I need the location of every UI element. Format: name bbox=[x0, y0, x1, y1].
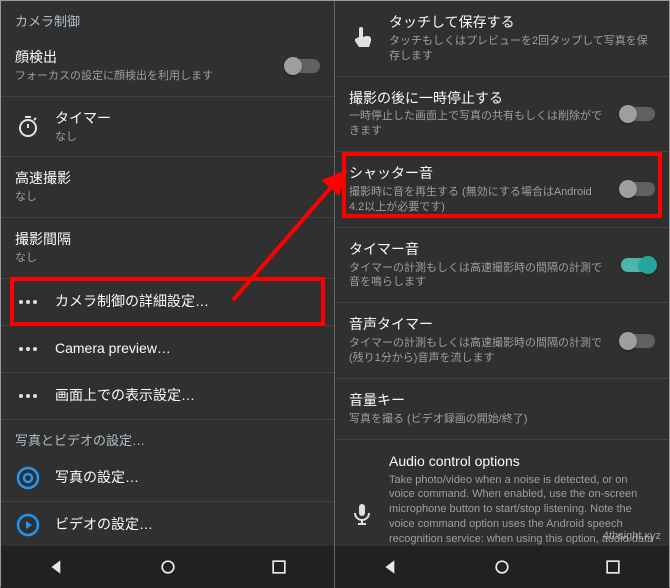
volkey-title: 音量キー bbox=[349, 391, 655, 410]
nav-home-icon[interactable] bbox=[492, 557, 512, 577]
touch-save-title: タッチして保存する bbox=[389, 13, 655, 32]
touch-icon bbox=[349, 25, 375, 51]
audio-title: Audio control options bbox=[389, 452, 655, 471]
more-icon bbox=[15, 383, 41, 409]
preview-title: Camera preview… bbox=[55, 339, 320, 358]
nav-back-icon[interactable] bbox=[47, 557, 67, 577]
shutter-title: シャッター音 bbox=[349, 164, 607, 183]
timer-sound-toggle[interactable] bbox=[621, 258, 655, 272]
row-timer-sound[interactable]: タイマー音 タイマーの計測もしくは高速撮影時の間隔の計測で音を鳴らします bbox=[335, 228, 669, 304]
more-icon bbox=[15, 289, 41, 315]
audio-sub: Take photo/video when a noise is detecte… bbox=[389, 473, 655, 546]
pause-title: 撮影の後に一時停止する bbox=[349, 89, 607, 108]
navigation-bar bbox=[335, 546, 669, 588]
row-burst[interactable]: 高速撮影 なし bbox=[1, 157, 334, 218]
row-pause[interactable]: 撮影の後に一時停止する 一時停止した画面上で写真の共有もしくは削除ができます bbox=[335, 77, 669, 153]
face-detect-sub: フォーカスの設定に顔検出を利用します bbox=[15, 69, 272, 84]
right-screen: タッチして保存する タッチもしくはプレビューを2回タップして写真を保存します 撮… bbox=[335, 1, 669, 588]
timer-title: タイマー bbox=[55, 109, 320, 128]
interval-sub: なし bbox=[15, 251, 320, 266]
row-audio-control[interactable]: Audio control options Take photo/video w… bbox=[335, 440, 669, 546]
stopwatch-icon bbox=[15, 114, 41, 140]
row-touch-save[interactable]: タッチして保存する タッチもしくはプレビューを2回タップして写真を保存します bbox=[335, 1, 669, 77]
shutter-toggle[interactable] bbox=[621, 182, 655, 196]
row-video-settings[interactable]: ビデオの設定… bbox=[1, 502, 334, 546]
face-detect-title: 顔検出 bbox=[15, 48, 272, 67]
nav-home-icon[interactable] bbox=[158, 557, 178, 577]
row-face-detect[interactable]: 顔検出 フォーカスの設定に顔検出を利用します bbox=[1, 36, 334, 97]
more-icon bbox=[15, 336, 41, 362]
display-title: 画面上での表示設定… bbox=[55, 386, 320, 405]
nav-recent-icon[interactable] bbox=[269, 557, 289, 577]
voice-timer-title: 音声タイマー bbox=[349, 315, 607, 334]
timer-sound-sub: タイマーの計測もしくは高速撮影時の間隔の計測で音を鳴らします bbox=[349, 261, 607, 291]
burst-title: 高速撮影 bbox=[15, 169, 320, 188]
shutter-sub: 撮影時に音を再生する (無効にする場合はAndroid 4.2以上が必要です) bbox=[349, 185, 607, 215]
row-voice-timer[interactable]: 音声タイマー タイマーの計測もしくは高速撮影時の間隔の計測で(残り1分から)音声… bbox=[335, 303, 669, 379]
timer-sound-title: タイマー音 bbox=[349, 240, 607, 259]
row-volume-key[interactable]: 音量キー 写真を撮る (ビデオ録画の開始/終了) bbox=[335, 379, 669, 440]
burst-sub: なし bbox=[15, 190, 320, 205]
voice-timer-toggle[interactable] bbox=[621, 334, 655, 348]
row-shutter[interactable]: シャッター音 撮影時に音を再生する (無効にする場合はAndroid 4.2以上… bbox=[335, 152, 669, 228]
section-camera-control: カメラ制御 bbox=[1, 1, 334, 36]
section-photo-video: 写真とビデオの設定… bbox=[1, 420, 334, 455]
advanced-title: カメラ制御の詳細設定… bbox=[55, 292, 320, 311]
nav-back-icon[interactable] bbox=[381, 557, 401, 577]
voice-timer-sub: タイマーの計測もしくは高速撮影時の間隔の計測で(残り1分から)音声を流します bbox=[349, 336, 607, 366]
interval-title: 撮影間隔 bbox=[15, 230, 320, 249]
pause-sub: 一時停止した画面上で写真の共有もしくは削除ができます bbox=[349, 109, 607, 139]
volkey-sub: 写真を撮る (ビデオ録画の開始/終了) bbox=[349, 412, 655, 427]
row-timer[interactable]: タイマー なし bbox=[1, 97, 334, 158]
microphone-icon bbox=[349, 501, 375, 527]
face-detect-toggle[interactable] bbox=[286, 59, 320, 73]
row-camera-preview[interactable]: Camera preview… bbox=[1, 326, 334, 373]
row-photo-settings[interactable]: 写真の設定… bbox=[1, 455, 334, 502]
video-title: ビデオの設定… bbox=[55, 515, 320, 534]
row-interval[interactable]: 撮影間隔 なし bbox=[1, 218, 334, 279]
row-display[interactable]: 画面上での表示設定… bbox=[1, 373, 334, 420]
row-advanced[interactable]: カメラ制御の詳細設定… bbox=[1, 279, 334, 326]
touch-save-sub: タッチもしくはプレビューを2回タップして写真を保存します bbox=[389, 34, 655, 64]
pause-toggle[interactable] bbox=[621, 107, 655, 121]
photo-title: 写真の設定… bbox=[55, 468, 320, 487]
navigation-bar bbox=[1, 546, 334, 588]
timer-sub: なし bbox=[55, 130, 320, 145]
left-screen: カメラ制御 顔検出 フォーカスの設定に顔検出を利用します タイマー なし bbox=[1, 1, 335, 588]
camera-icon bbox=[15, 465, 41, 491]
nav-recent-icon[interactable] bbox=[603, 557, 623, 577]
video-icon bbox=[15, 512, 41, 538]
